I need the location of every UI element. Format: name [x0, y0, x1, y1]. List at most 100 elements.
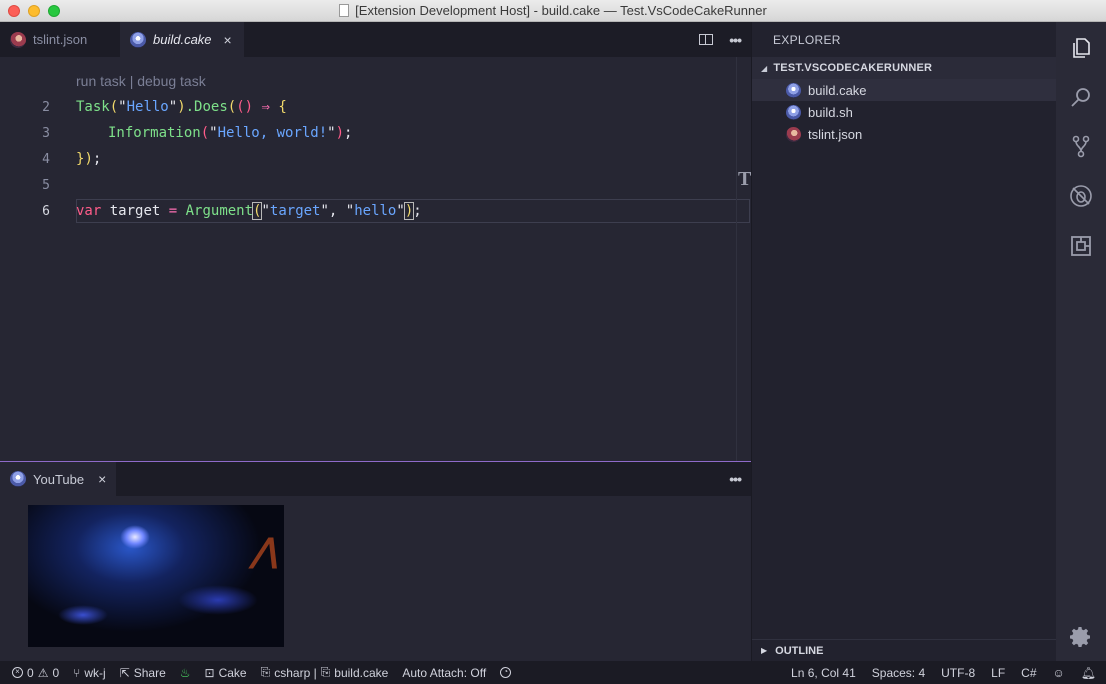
split-editor-icon[interactable]: [699, 34, 714, 45]
video-highlight: [120, 525, 150, 549]
avatar-file-icon: [10, 31, 26, 48]
video-logo-graphic: ⋀: [247, 531, 284, 571]
outline-label: OUTLINE: [775, 644, 824, 657]
warning-icon: ⚠: [37, 665, 49, 680]
editor-group: tslint.json build.cake × ••• run task | …: [0, 22, 751, 461]
file-label: build.sh: [808, 104, 853, 120]
workspace-folder-label: TEST.VSCODECAKERUNNER: [773, 62, 933, 74]
share-label: Share: [133, 665, 166, 680]
tab-label: build.cake: [153, 32, 212, 47]
line-source: var target = Argument("target", "hello")…: [76, 202, 422, 220]
file-label: tslint.json: [808, 126, 863, 142]
git-branch-status[interactable]: ⑂ wk-j: [73, 666, 106, 680]
code-line: 3 Information("Hello, world!");: [0, 121, 751, 145]
code-line: 2 Task("Hello").Does(() ⇒ {: [0, 95, 751, 119]
terminal-icon: ⊡: [204, 665, 215, 680]
line-source: Information("Hello, world!");: [108, 125, 353, 141]
youtube-video-player[interactable]: ⋀: [28, 505, 284, 647]
more-actions-icon[interactable]: •••: [729, 32, 742, 48]
cake-file-icon: [786, 82, 801, 98]
document-icon: [339, 4, 350, 17]
close-tab-icon[interactable]: ×: [98, 471, 106, 487]
line-number: 4: [42, 151, 50, 167]
codelens[interactable]: run task | debug task: [76, 73, 206, 89]
window-title-text: [Extension Development Host] - build.cak…: [355, 3, 767, 18]
warning-count: 0: [52, 665, 60, 680]
code-line: 5: [0, 173, 751, 197]
error-icon: ×: [12, 667, 23, 678]
clock-icon: ◔: [500, 667, 512, 678]
extensions-icon[interactable]: [1069, 234, 1093, 258]
file-item-build-cake[interactable]: build.cake: [752, 79, 1057, 101]
language-context-status[interactable]: ⎘ csharp | ⎘ build.cake: [261, 665, 389, 680]
terminal-status[interactable]: ⊡ Cake: [205, 666, 247, 680]
panel-tabbar: YouTube × •••: [0, 462, 751, 496]
status-bar: × 0 ⚠ 0 ⑂ wk-j ⇱ Share ♨ ⊡ Cake ⎘ csharp | ⎘ bu…: [0, 661, 1106, 684]
status-bar-right: Ln 6, Col 41 Spaces: 4 UTF-8 LF C# ☺ 🔔︎: [775, 661, 1096, 684]
clock-status[interactable]: ◔: [500, 667, 512, 678]
eol-status[interactable]: LF: [991, 666, 1005, 680]
gear-icon[interactable]: [1069, 625, 1093, 649]
auto-attach-status[interactable]: Auto Attach: Off: [402, 666, 486, 680]
code-line: 4 });: [0, 147, 751, 171]
line-source: Task("Hello").Does(() ⇒ {: [76, 99, 287, 115]
line-source: });: [76, 151, 102, 167]
webview-panel: YouTube × ••• ⋀: [0, 461, 751, 661]
explorer-icon[interactable]: [1069, 36, 1093, 60]
problems-status[interactable]: × 0 ⚠ 0: [12, 666, 59, 680]
cake-file-icon: [130, 31, 146, 48]
line-number: 6: [42, 203, 50, 219]
search-icon[interactable]: [1069, 86, 1093, 110]
error-count: 0: [27, 665, 34, 680]
video-highlight: [178, 585, 258, 615]
editor-tabbar: tslint.json build.cake × •••: [0, 22, 751, 57]
terminal-label: Cake: [218, 665, 247, 680]
chevron-down-icon: ◢: [761, 63, 768, 73]
code-editor[interactable]: run task | debug task 2 Task("Hello").Do…: [0, 57, 751, 461]
minimap-divider: [736, 57, 737, 461]
video-highlight: [58, 605, 108, 625]
encoding-status[interactable]: UTF-8: [941, 666, 975, 680]
language-mode-status[interactable]: C#: [1021, 666, 1036, 680]
cake-file-icon: [10, 471, 26, 487]
file-item-tslint-json[interactable]: tslint.json: [752, 123, 1057, 145]
tab-tslint-json[interactable]: tslint.json: [0, 22, 120, 57]
close-tab-icon[interactable]: ×: [224, 32, 232, 48]
file-label: build.cake: [808, 82, 867, 98]
activity-bar: [1056, 22, 1106, 661]
indentation-status[interactable]: Spaces: 4: [872, 666, 925, 680]
context-icon: ⎘: [260, 665, 271, 679]
share-icon: ⇱: [119, 665, 130, 680]
notifications-bell-icon[interactable]: 🔔︎: [1081, 666, 1096, 680]
editor-actions: •••: [699, 22, 742, 57]
minimap[interactable]: T: [738, 168, 751, 191]
flame-status[interactable]: ♨: [180, 666, 191, 680]
chevron-right-icon: ▶: [761, 646, 768, 655]
source-control-icon[interactable]: [1069, 134, 1093, 158]
cake-file-icon: [786, 104, 801, 120]
more-actions-icon[interactable]: •••: [729, 471, 742, 487]
context-file: build.cake: [334, 665, 389, 680]
explorer-sidebar: EXPLORER ◢ TEST.VSCODECAKERUNNER build.c…: [751, 22, 1057, 661]
line-number: 2: [42, 99, 50, 115]
cursor-position[interactable]: Ln 6, Col 41: [791, 666, 856, 680]
share-status[interactable]: ⇱ Share: [120, 666, 166, 680]
avatar-file-icon: [786, 126, 801, 142]
window-titlebar: [Extension Development Host] - build.cak…: [0, 0, 1106, 22]
branch-label: wk-j: [84, 665, 106, 680]
tab-label: tslint.json: [33, 32, 88, 47]
sidebar-title: EXPLORER: [773, 33, 841, 47]
debug-icon[interactable]: [1069, 184, 1093, 208]
workspace-folder-header[interactable]: ◢ TEST.VSCODECAKERUNNER: [752, 57, 1057, 79]
auto-attach-label: Auto Attach: Off: [402, 665, 487, 680]
panel-tab-label: YouTube: [33, 471, 85, 487]
flame-icon: ♨: [179, 665, 191, 680]
line-number: 5: [42, 177, 50, 193]
line-number: 3: [42, 125, 50, 141]
feedback-smiley-icon[interactable]: ☺: [1053, 666, 1065, 680]
tab-build-cake[interactable]: build.cake ×: [120, 22, 244, 57]
tab-youtube[interactable]: YouTube ×: [0, 462, 117, 496]
context-label: csharp |: [274, 665, 317, 680]
file-item-build-sh[interactable]: build.sh: [752, 101, 1057, 123]
outline-section-header[interactable]: ▶ OUTLINE: [752, 639, 1057, 661]
